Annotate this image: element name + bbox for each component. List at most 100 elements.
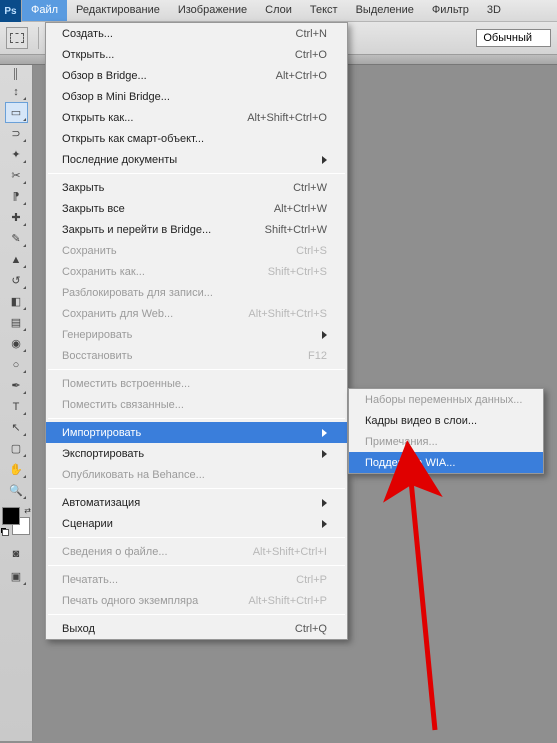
fg-color[interactable] <box>2 507 20 525</box>
import-submenu-item-1[interactable]: Кадры видео в слои... <box>349 410 543 431</box>
menu-фильтр[interactable]: Фильтр <box>423 0 478 21</box>
submenu-arrow-icon <box>322 331 327 339</box>
file-menu-separator <box>48 488 345 489</box>
submenu-arrow-icon <box>322 520 327 528</box>
file-menu-item-19: Поместить связанные... <box>46 394 347 415</box>
menu-item-label: Поместить встроенные... <box>62 378 327 390</box>
file-menu-separator <box>48 418 345 419</box>
submenu-arrow-icon <box>322 499 327 507</box>
menu-item-label: Автоматизация <box>62 497 322 509</box>
menu-item-label: Генерировать <box>62 329 322 341</box>
import-submenu-item-0: Наборы переменных данных... <box>349 389 543 410</box>
toolbox: ↕▭⊃✦✂⁋✚✎▲↺◧▤◉○✒T↖▢✋🔍 ⇄ ◙ ▣ <box>0 65 33 741</box>
file-menu-separator <box>48 537 345 538</box>
menu-item-label: Закрыть и перейти в Bridge... <box>62 224 245 236</box>
menu-файл[interactable]: Файл <box>22 0 67 21</box>
swap-colors-icon[interactable]: ⇄ <box>24 506 31 515</box>
blur-tool[interactable]: ◉ <box>5 333 28 354</box>
healing-brush-tool[interactable]: ✚ <box>5 207 28 228</box>
menu-изображение[interactable]: Изображение <box>169 0 256 21</box>
menu-item-shortcut: Ctrl+P <box>296 574 327 586</box>
menu-item-label: Сведения о файле... <box>62 546 233 558</box>
file-menu-item-9[interactable]: Закрыть всеAlt+Ctrl+W <box>46 198 347 219</box>
rect-marquee-tool[interactable]: ▭ <box>5 102 28 123</box>
tool-preset-icon[interactable] <box>6 27 28 49</box>
menu-item-label: Сохранить как... <box>62 266 248 278</box>
file-menu-item-30: Печатать... Ctrl+P <box>46 569 347 590</box>
menu-item-shortcut: Ctrl+Q <box>295 623 327 635</box>
crop-tool[interactable]: ✂ <box>5 165 28 186</box>
menu-редактирование[interactable]: Редактирование <box>67 0 169 21</box>
quickmask-tool[interactable]: ◙ <box>5 543 28 564</box>
file-menu-item-13: Разблокировать для записи... <box>46 282 347 303</box>
file-menu-separator <box>48 173 345 174</box>
menu-item-shortcut: Ctrl+W <box>293 182 327 194</box>
dodge-tool[interactable]: ○ <box>5 354 28 375</box>
menu-item-label: Печатать... <box>62 574 276 586</box>
submenu-arrow-icon <box>322 156 327 164</box>
file-menu-item-1[interactable]: Открыть...Ctrl+O <box>46 44 347 65</box>
file-menu-item-26[interactable]: Сценарии <box>46 513 347 534</box>
file-menu-item-18: Поместить встроенные... <box>46 373 347 394</box>
menu-item-label: Закрыть <box>62 182 273 194</box>
file-menu-item-21[interactable]: Импортировать <box>46 422 347 443</box>
menu-3d[interactable]: 3D <box>478 0 510 21</box>
hand-tool[interactable]: ✋ <box>5 459 28 480</box>
file-menu-item-8[interactable]: Закрыть Ctrl+W <box>46 177 347 198</box>
file-menu-item-2[interactable]: Обзор в Bridge...Alt+Ctrl+O <box>46 65 347 86</box>
menu-item-shortcut: Alt+Shift+Ctrl+S <box>248 308 327 320</box>
menu-item-shortcut: Shift+Ctrl+W <box>265 224 327 236</box>
move-tool[interactable]: ↕ <box>5 81 28 102</box>
zoom-tool[interactable]: 🔍 <box>5 480 28 501</box>
file-menu-item-25[interactable]: Автоматизация <box>46 492 347 513</box>
screenmode-tool[interactable]: ▣ <box>5 566 28 587</box>
file-menu-item-23: Опубликовать на Behance... <box>46 464 347 485</box>
lasso-tool[interactable]: ⊃ <box>5 123 28 144</box>
gradient-tool[interactable]: ▤ <box>5 312 28 333</box>
toolbox-grip[interactable] <box>5 69 28 79</box>
file-menu-item-22[interactable]: Экспортировать <box>46 443 347 464</box>
app-logo: Ps <box>0 0 22 22</box>
magic-wand-tool[interactable]: ✦ <box>5 144 28 165</box>
pen-tool[interactable]: ✒ <box>5 375 28 396</box>
menu-item-label: Сохранить для Web... <box>62 308 228 320</box>
brush-tool[interactable]: ✎ <box>5 228 28 249</box>
eraser-tool[interactable]: ◧ <box>5 291 28 312</box>
menu-item-label: Выход <box>62 623 275 635</box>
import-submenu-item-3[interactable]: Поддержка WIA... <box>349 452 543 473</box>
menubar: Ps ФайлРедактированиеИзображениеСлоиТекс… <box>0 0 557 22</box>
path-select-tool[interactable]: ↖ <box>5 417 28 438</box>
file-menu-item-3[interactable]: Обзор в Mini Bridge... <box>46 86 347 107</box>
file-menu-separator <box>48 565 345 566</box>
menu-item-label: Опубликовать на Behance... <box>62 469 327 481</box>
file-menu-separator <box>48 614 345 615</box>
type-tool[interactable]: T <box>5 396 28 417</box>
history-brush-tool[interactable]: ↺ <box>5 270 28 291</box>
menu-item-label: Открыть как смарт-объект... <box>62 133 327 145</box>
file-menu-item-10[interactable]: Закрыть и перейти в Bridge... Shift+Ctrl+… <box>46 219 347 240</box>
rectangle-shape-tool[interactable]: ▢ <box>5 438 28 459</box>
file-menu-item-4[interactable]: Открыть как...Alt+Shift+Ctrl+O <box>46 107 347 128</box>
menu-item-label: Экспортировать <box>62 448 322 460</box>
file-menu-item-11: СохранитьCtrl+S <box>46 240 347 261</box>
default-colors-icon[interactable] <box>1 528 9 536</box>
menu-item-label: Разблокировать для записи... <box>62 287 327 299</box>
eyedropper-tool[interactable]: ⁋ <box>5 186 28 207</box>
file-menu-item-33[interactable]: Выход Ctrl+Q <box>46 618 347 639</box>
file-menu-item-6[interactable]: Последние документы <box>46 149 347 170</box>
menu-слои[interactable]: Слои <box>256 0 301 21</box>
menu-item-shortcut: Alt+Shift+Ctrl+I <box>253 546 327 558</box>
file-menu-item-0[interactable]: Создать...Ctrl+N <box>46 23 347 44</box>
menu-item-label: Создать... <box>62 28 276 40</box>
menu-item-label: Открыть... <box>62 49 275 61</box>
clone-stamp-tool[interactable]: ▲ <box>5 249 28 270</box>
fg-bg-color-swatch[interactable]: ⇄ <box>2 507 30 535</box>
menu-item-label: Поместить связанные... <box>62 399 327 411</box>
menu-текст[interactable]: Текст <box>301 0 347 21</box>
file-menu-item-5[interactable]: Открыть как смарт-объект... <box>46 128 347 149</box>
menu-выделение[interactable]: Выделение <box>347 0 423 21</box>
style-dropdown[interactable]: Обычный <box>476 29 551 47</box>
menu-item-label: Восстановить <box>62 350 288 362</box>
menu-item-shortcut: F12 <box>308 350 327 362</box>
menu-item-label: Открыть как... <box>62 112 227 124</box>
